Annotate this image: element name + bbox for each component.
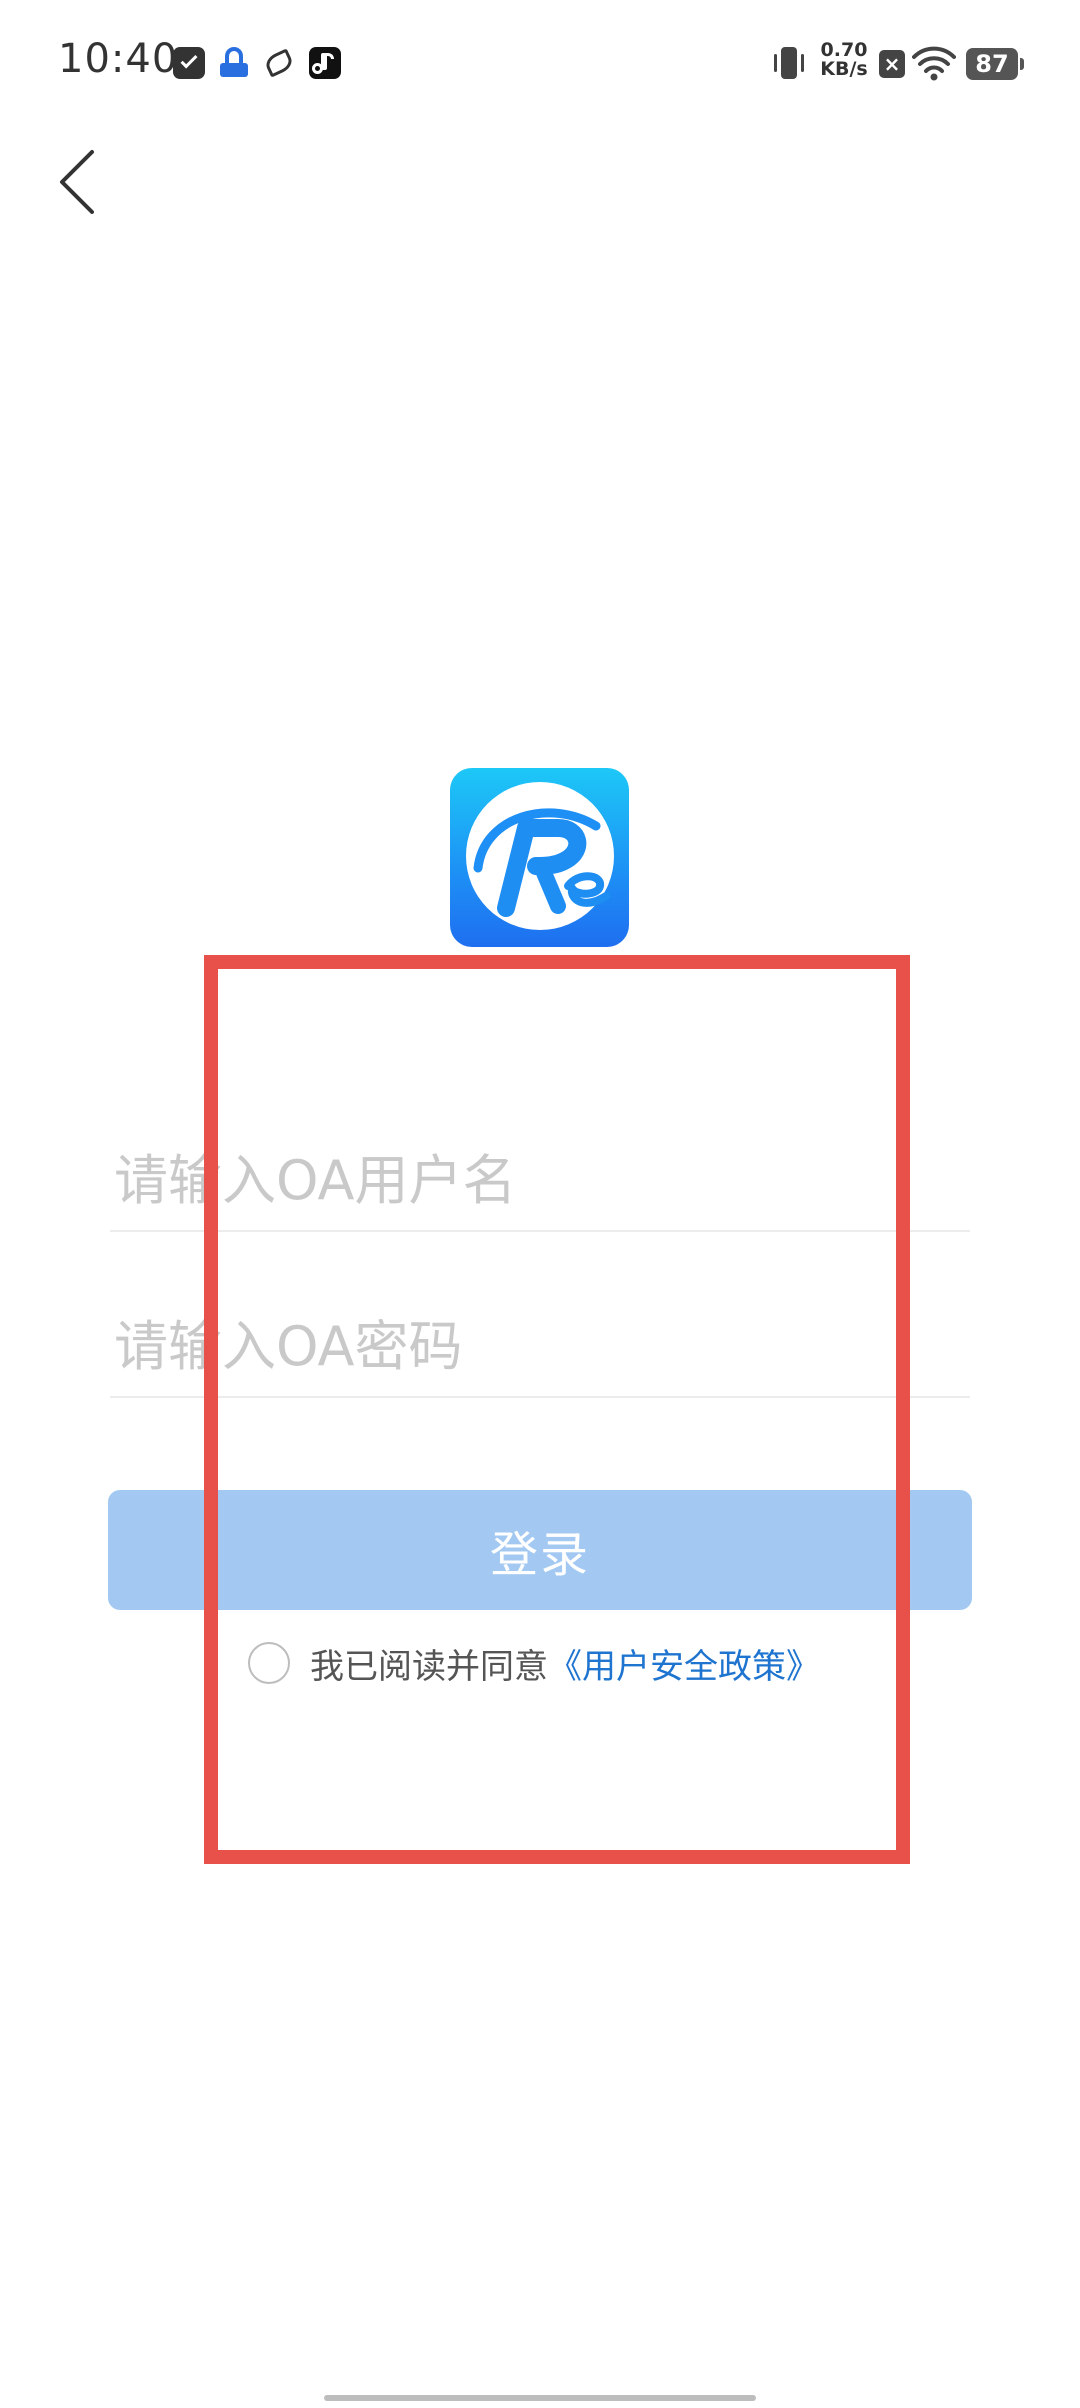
sim-disabled-icon: ×: [879, 50, 905, 78]
user-security-policy-link[interactable]: 《用户安全政策》: [548, 1639, 820, 1688]
agreement-text: 我已阅读并同意: [310, 1646, 548, 1687]
agreement-row: 我已阅读并同意 《用户安全政策》: [248, 1638, 820, 1688]
password-input[interactable]: [110, 1296, 970, 1396]
network-speed: 0.70 KB/s: [818, 41, 870, 79]
leaf-notification-icon: [262, 47, 296, 79]
mail-notification-icon: [173, 47, 205, 79]
status-bar: 10:40 0.70 KB/s × 87: [0, 0, 1080, 130]
logo-re-mark: [473, 808, 610, 917]
login-button[interactable]: 登录: [108, 1490, 972, 1610]
password-field-container: [110, 1296, 970, 1398]
lock-notification-icon: [218, 47, 250, 79]
app-logo: [450, 768, 629, 947]
agreement-checkbox[interactable]: [248, 1642, 290, 1684]
network-speed-unit: KB/s: [820, 58, 868, 80]
highlight-annotation-box: [204, 955, 910, 1864]
back-button[interactable]: [48, 142, 108, 222]
battery-icon: 87: [966, 48, 1024, 80]
vibrate-icon: [771, 45, 807, 81]
wifi-icon: [912, 46, 956, 81]
home-indicator[interactable]: [324, 2395, 756, 2401]
username-field-container: [110, 1130, 970, 1232]
username-input[interactable]: [110, 1130, 970, 1230]
tiktok-notification-icon: [309, 47, 341, 79]
chevron-left-icon: [60, 150, 94, 214]
status-time: 10:40: [58, 36, 179, 82]
